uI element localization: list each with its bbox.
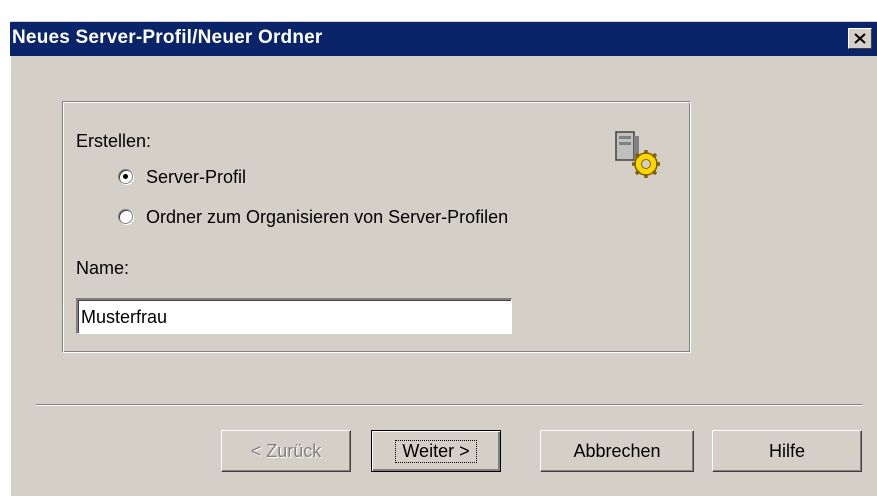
next-button[interactable]: Weiter > [371, 430, 501, 472]
cancel-button[interactable]: Abbrechen [540, 430, 694, 472]
next-button-label: Weiter > [388, 433, 483, 470]
separator-line [36, 404, 862, 406]
window-title: Neues Server-Profil/Neuer Ordner [12, 27, 323, 48]
create-label: Erstellen: [76, 131, 152, 151]
title-bar[interactable]: Neues Server-Profil/Neuer Ordner [10, 22, 877, 56]
close-icon [854, 33, 866, 44]
radio-folder-label[interactable]: Ordner zum Organisieren von Server-Profi… [146, 207, 508, 228]
close-button[interactable] [848, 28, 872, 49]
radio-folder[interactable] [118, 209, 133, 224]
help-button[interactable]: Hilfe [712, 430, 862, 472]
back-button[interactable]: < Zurück [221, 430, 351, 472]
radio-selected-dot [123, 174, 128, 179]
server-gear-icon [615, 131, 660, 178]
name-label: Name: [76, 258, 130, 278]
radio-server-profile-label[interactable]: Server-Profil [146, 167, 246, 188]
radio-server-profile[interactable] [118, 169, 133, 184]
name-input[interactable]: Musterfrau [76, 298, 512, 334]
